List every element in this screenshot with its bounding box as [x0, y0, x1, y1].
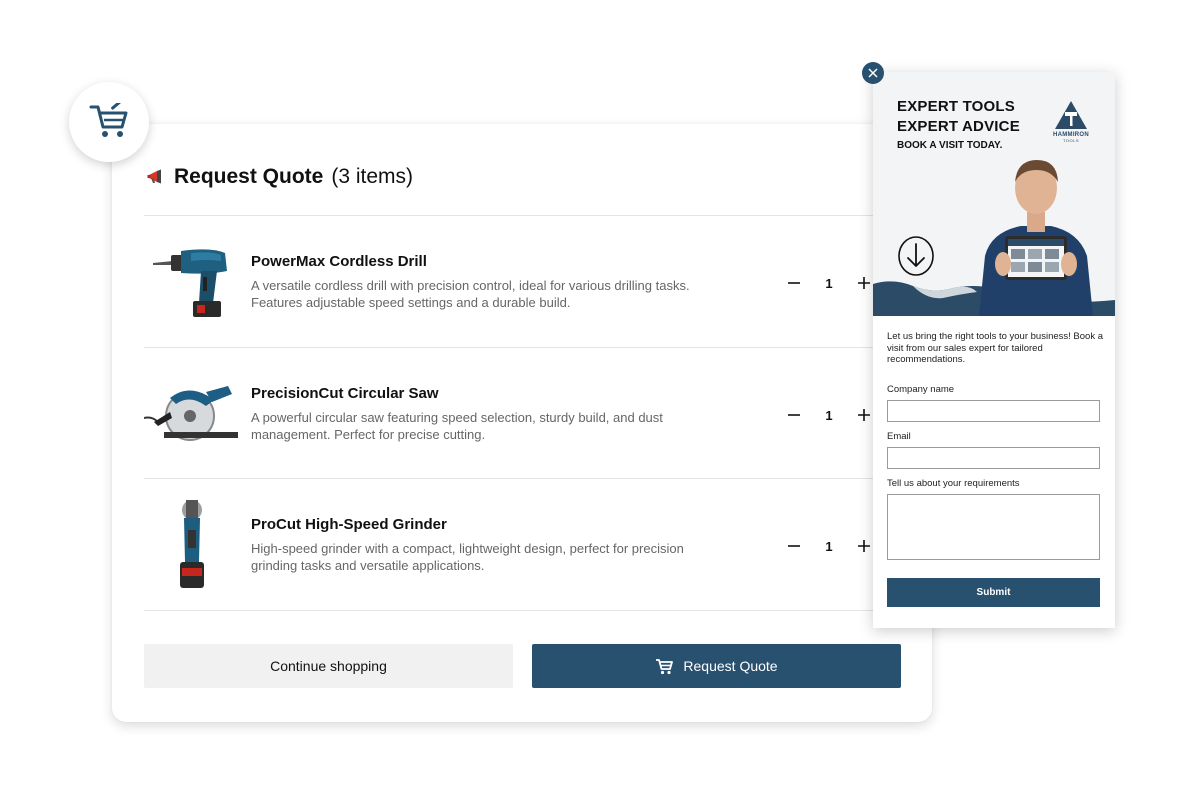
increase-quantity-button[interactable]	[854, 273, 874, 293]
page-title: Request Quote	[174, 165, 324, 188]
close-popup-button[interactable]	[862, 62, 884, 84]
quantity-stepper: 1	[784, 535, 874, 557]
quote-header: Request Quote (3 items)	[146, 164, 413, 190]
minus-icon	[788, 545, 800, 547]
continue-shopping-label: Continue shopping	[270, 658, 387, 674]
list-item: PrecisionCut Circular Saw A powerful cir…	[144, 348, 904, 479]
plus-icon	[857, 277, 870, 289]
company-name-field[interactable]	[887, 400, 1100, 422]
increase-quantity-button[interactable]	[854, 536, 874, 556]
request-quote-label: Request Quote	[683, 658, 778, 674]
brand-sub: TOOLS	[1063, 138, 1079, 143]
brand-logo: HAMMIRON TOOLS	[1049, 100, 1093, 150]
requirements-label: Tell us about your requirements	[887, 478, 1020, 489]
product-image-grinder	[144, 494, 240, 594]
email-label: Email	[887, 431, 911, 442]
requirements-textarea[interactable]	[887, 494, 1100, 560]
product-image-drill	[144, 231, 240, 331]
increase-quantity-button[interactable]	[854, 405, 874, 425]
close-icon	[868, 68, 878, 78]
quantity-value: 1	[825, 275, 833, 291]
decrease-quantity-button[interactable]	[784, 273, 804, 293]
minus-icon	[788, 282, 800, 284]
decrease-quantity-button[interactable]	[784, 536, 804, 556]
request-quote-panel: Request Quote (3 items) PowerMax Cordles…	[112, 124, 932, 722]
promo-banner: EXPERT TOOLS EXPERT ADVICE BOOK A VISIT …	[873, 72, 1115, 316]
continue-shopping-button[interactable]: Continue shopping	[144, 644, 513, 688]
product-description: A versatile cordless drill with precisio…	[251, 278, 690, 310]
hammer-triangle-icon	[1055, 101, 1087, 129]
sales-expert-photo	[979, 160, 1093, 316]
book-visit-popup: EXPERT TOOLS EXPERT ADVICE BOOK A VISIT …	[873, 72, 1115, 628]
cart-badge[interactable]	[69, 82, 149, 162]
megaphone-icon	[146, 167, 166, 187]
product-name: PrecisionCut Circular Saw	[251, 385, 439, 402]
banner-headline: EXPERT TOOLS EXPERT ADVICE	[897, 97, 1020, 137]
product-image-saw	[144, 363, 240, 463]
headline-line-2: EXPERT ADVICE	[897, 118, 1020, 135]
list-item: PowerMax Cordless Drill A versatile cord…	[144, 216, 904, 347]
email-field[interactable]	[887, 447, 1100, 469]
divider	[144, 610, 904, 611]
quantity-stepper: 1	[784, 404, 874, 426]
plus-icon	[857, 540, 870, 552]
popup-intro-text: Let us bring the right tools to your bus…	[887, 331, 1103, 365]
request-quote-button[interactable]: Request Quote	[532, 644, 901, 688]
product-description: A powerful circular saw featuring speed …	[251, 410, 663, 442]
decrease-quantity-button[interactable]	[784, 405, 804, 425]
quantity-value: 1	[825, 538, 833, 554]
quantity-stepper: 1	[784, 272, 874, 294]
arrow-down-icon	[898, 236, 934, 276]
product-description: High-speed grinder with a compact, light…	[251, 541, 684, 573]
submit-button[interactable]: Submit	[887, 578, 1100, 607]
product-name: PowerMax Cordless Drill	[251, 253, 427, 270]
headline-line-1: EXPERT TOOLS	[897, 98, 1015, 115]
shopping-cart-icon	[89, 103, 128, 137]
list-item: ProCut High-Speed Grinder High-speed gri…	[144, 479, 904, 610]
quantity-value: 1	[825, 407, 833, 423]
minus-icon	[788, 414, 800, 416]
shopping-cart-icon	[656, 658, 674, 674]
item-count: (3 items)	[331, 165, 414, 188]
plus-icon	[857, 409, 870, 421]
company-name-label: Company name	[887, 384, 955, 395]
product-name: ProCut High-Speed Grinder	[251, 516, 447, 533]
